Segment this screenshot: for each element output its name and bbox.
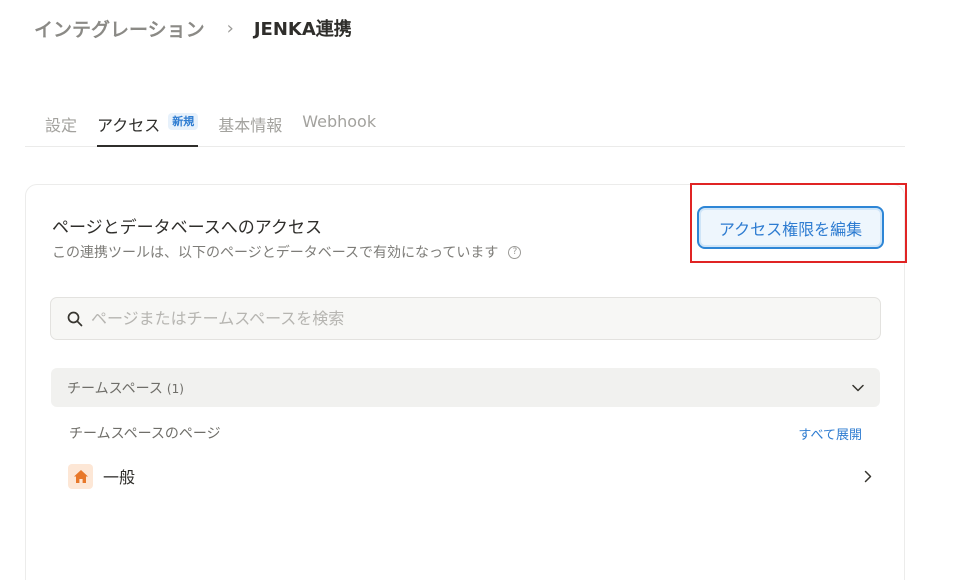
integration-access-page: インテグレーション › JENKA連携 設定 アクセス 新規 基本情報 Webh… xyxy=(0,0,960,580)
page-name: 一般 xyxy=(103,468,136,487)
access-description-text: この連携ツールは、以下のページとデータベースで有効になっています xyxy=(52,245,499,261)
chevron-down-icon[interactable] xyxy=(852,384,864,392)
question-circle-icon[interactable]: ? xyxy=(508,245,522,259)
access-title: ページとデータベースへのアクセス xyxy=(52,218,322,238)
teamspace-pages-label: チームスペースのページ xyxy=(69,426,221,442)
tab-webhook[interactable]: Webhook xyxy=(302,100,376,146)
breadcrumb: インテグレーション › JENKA連携 xyxy=(34,14,352,42)
chevron-right-icon[interactable] xyxy=(864,470,872,483)
new-badge: 新規 xyxy=(168,113,199,130)
teamspace-pages-subhead: チームスペースのページ すべて展開 xyxy=(69,423,862,443)
access-description: この連携ツールは、以下のページとデータベースで有効になっています ? xyxy=(52,242,522,262)
page-row-main: 一般 xyxy=(68,463,136,489)
tab-webhook-label: Webhook xyxy=(302,112,377,131)
tab-access-label: アクセス xyxy=(97,116,161,135)
breadcrumb-separator: › xyxy=(226,17,234,39)
breadcrumb-integrations[interactable]: インテグレーション xyxy=(34,15,205,42)
tab-basic-info-label: 基本情報 xyxy=(218,116,283,135)
search-box[interactable] xyxy=(50,297,881,340)
expand-all-link[interactable]: すべて展開 xyxy=(798,424,862,443)
teamspace-section-header[interactable]: チームスペース (1) xyxy=(51,368,880,407)
edit-access-button[interactable]: アクセス権限を編集 xyxy=(697,206,884,249)
search-icon xyxy=(67,311,83,326)
teamspace-count: (1) xyxy=(166,381,184,396)
page-row-general[interactable]: 一般 xyxy=(68,461,872,491)
home-icon xyxy=(68,463,93,489)
teamspace-section-title: チームスペース xyxy=(67,380,163,397)
tab-basic-info[interactable]: 基本情報 xyxy=(218,100,282,146)
tab-bar: 設定 アクセス 新規 基本情報 Webhook xyxy=(25,100,905,147)
tab-settings-label: 設定 xyxy=(45,116,78,135)
search-input[interactable] xyxy=(91,303,851,334)
tab-access[interactable]: アクセス 新規 xyxy=(97,100,199,147)
tab-settings[interactable]: 設定 xyxy=(45,100,77,146)
page-title: JENKA連携 xyxy=(253,19,352,40)
